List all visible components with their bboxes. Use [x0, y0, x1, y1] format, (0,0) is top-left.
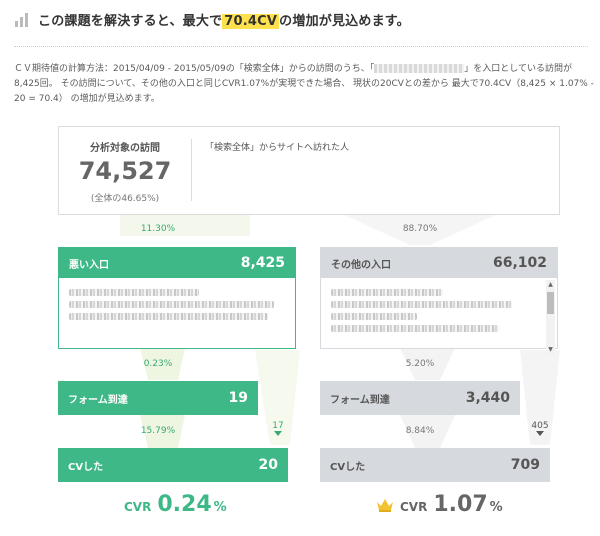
left-split-rate: 11.30% — [140, 224, 176, 234]
redacted-line — [331, 325, 500, 332]
redacted-line — [331, 301, 513, 308]
left-form-rate: 0.23% — [143, 359, 173, 369]
bad-entry-count: 8,425 — [240, 255, 285, 271]
right-form-bar: フォーム到達 3,440 — [320, 381, 520, 415]
other-entry-label: その他の入口 — [331, 259, 391, 271]
left-form-label: フォーム到達 — [68, 394, 128, 406]
bad-entry-header: 悪い入口 8,425 — [59, 248, 295, 278]
right-form-label: フォーム到達 — [330, 394, 390, 406]
scrollbar-thumb[interactable] — [547, 292, 554, 314]
left-cvr: CVR 0.24 % — [124, 492, 227, 517]
analysis-summary-box: 分析対象の訪問 74,527 (全体の46.65%) 「検索全体」からサイトへ訪… — [58, 126, 560, 215]
left-form-bar: フォーム到達 19 — [58, 381, 258, 415]
summary-share: (全体の46.65%) — [90, 194, 160, 204]
redacted-line — [331, 313, 418, 320]
left-cv-label: CVした — [68, 461, 104, 473]
right-cvr-label: CVR — [400, 500, 428, 514]
bar-chart-icon — [15, 12, 28, 27]
redacted-line — [69, 301, 275, 308]
right-split-rate: 88.70% — [402, 224, 438, 234]
entry-list-scrollbar[interactable]: ▲ ▼ — [546, 280, 555, 354]
result-title: この課題を解決すると、最大で 70.4CV の増加が見込めます。 — [38, 14, 410, 29]
left-cvr-unit: % — [213, 500, 227, 515]
down-triangle-icon — [274, 431, 282, 436]
other-entry-count: 66,102 — [492, 255, 547, 271]
summary-label: 分析対象の訪問 — [90, 143, 160, 154]
cv-highlight: 70.4CV — [222, 14, 280, 29]
other-entry-header: その他の入口 66,102 — [321, 248, 557, 278]
right-cvr-value: 1.07 — [433, 492, 488, 517]
redacted-line — [69, 313, 268, 320]
right-cvr-unit: % — [489, 500, 503, 515]
segment-label: 「検索全体」からサイトへ訪れた人 — [205, 143, 350, 153]
right-dropoff: 405 — [528, 421, 552, 436]
bad-entry-list[interactable] — [59, 278, 295, 356]
scroll-down-icon[interactable]: ▼ — [546, 345, 555, 354]
left-cv-rate: 15.79% — [140, 426, 176, 436]
other-entry-card: その他の入口 66,102 ▲ ▼ — [320, 247, 558, 354]
left-form-count: 19 — [228, 390, 248, 406]
right-cv-rate: 8.84% — [405, 426, 435, 436]
right-cv-label: CVした — [330, 461, 366, 473]
summary-divider — [191, 139, 192, 201]
redacted-line — [69, 289, 199, 296]
left-cvr-label: CVR — [124, 500, 152, 514]
right-form-rate: 5.20% — [405, 359, 435, 369]
left-cv-bar: CVした 20 — [58, 448, 288, 482]
right-cv-bar: CVした 709 — [320, 448, 550, 482]
right-form-count: 3,440 — [465, 390, 510, 406]
right-dropoff-count: 405 — [531, 421, 549, 431]
bad-entry-card: 悪い入口 8,425 — [58, 247, 296, 349]
redacted-line — [331, 289, 444, 296]
left-cvr-value: 0.24 — [157, 492, 212, 517]
left-cv-count: 20 — [258, 457, 278, 473]
right-cv-count: 709 — [510, 457, 540, 473]
left-dropoff: 17 — [266, 421, 290, 436]
other-entry-list[interactable]: ▲ ▼ — [321, 278, 557, 356]
summary-count: 74,527 — [78, 157, 172, 185]
scroll-up-icon[interactable]: ▲ — [546, 280, 555, 289]
result-header: この課題を解決すると、最大で 70.4CV の増加が見込めます。 — [14, 10, 410, 29]
redacted-entry-name — [374, 64, 465, 73]
bad-entry-label: 悪い入口 — [69, 259, 109, 271]
left-dropoff-count: 17 — [272, 421, 284, 431]
right-cvr: CVR 1.07 % — [376, 492, 503, 517]
calc-description: ＣＶ期待値の計算方法：2015/04/09 - 2015/05/09の「検索全体… — [14, 64, 594, 104]
crown-icon — [377, 498, 393, 512]
divider — [14, 46, 588, 47]
down-triangle-icon — [536, 431, 544, 436]
